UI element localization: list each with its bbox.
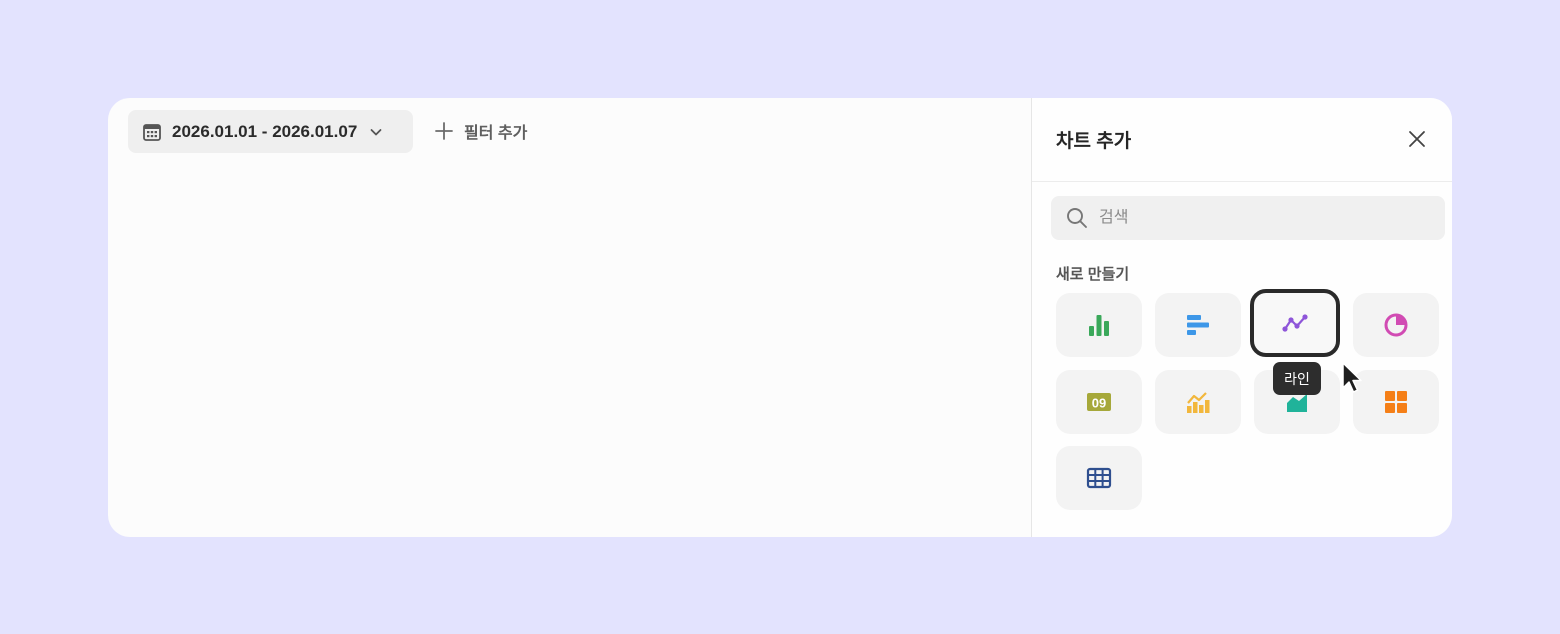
- dashboard-canvas: 2026.01.01 - 2026.01.07 필터 추가: [108, 98, 1031, 537]
- add-filter-button[interactable]: 필터 추가: [432, 116, 527, 146]
- number-card-icon: 09: [1087, 393, 1111, 411]
- line-chart-icon: [1282, 314, 1308, 332]
- search-box: [1051, 196, 1445, 240]
- close-button[interactable]: [1404, 126, 1430, 152]
- number-card-tile[interactable]: 09: [1056, 370, 1142, 434]
- horizontal-bar-chart-icon: [1187, 315, 1209, 335]
- date-range-picker[interactable]: 2026.01.01 - 2026.01.07: [128, 110, 413, 153]
- mouse-cursor-icon: [1342, 362, 1362, 393]
- add-filter-label: 필터 추가: [464, 125, 528, 142]
- pie-chart-icon: [1384, 313, 1408, 337]
- bar-chart-tile[interactable]: [1056, 293, 1142, 357]
- horizontal-bar-chart-tile[interactable]: [1155, 293, 1241, 357]
- search-icon: [1065, 206, 1089, 230]
- funnel-chart-icon: [1187, 392, 1210, 413]
- date-range-label: 2026.01.01 - 2026.01.07: [172, 121, 358, 141]
- line-chart-tile[interactable]: [1250, 289, 1340, 357]
- pie-chart-tile[interactable]: [1353, 293, 1439, 357]
- table-tile[interactable]: [1056, 446, 1142, 510]
- funnel-chart-tile[interactable]: [1155, 370, 1241, 434]
- number-card-text: 09: [1092, 396, 1106, 411]
- chevron-down-icon: [369, 125, 383, 139]
- dashboard-card: 2026.01.01 - 2026.01.07 필터 추가 차트 추가 새로 만…: [108, 98, 1452, 537]
- search-input[interactable]: [1099, 209, 1419, 227]
- calendar-icon: [142, 122, 162, 142]
- plus-icon: [432, 119, 456, 143]
- add-chart-panel: 차트 추가 새로 만들기: [1031, 98, 1452, 537]
- tooltip-line: 라인: [1273, 362, 1321, 395]
- grid-layout-tile[interactable]: [1353, 370, 1439, 434]
- panel-title: 차트 추가: [1056, 131, 1132, 152]
- close-icon: [1409, 131, 1425, 147]
- section-label-new: 새로 만들기: [1056, 266, 1130, 283]
- grid-layout-icon: [1385, 391, 1407, 413]
- panel-header: 차트 추가: [1032, 98, 1452, 182]
- bar-chart-icon: [1089, 315, 1109, 336]
- table-icon: [1086, 467, 1112, 489]
